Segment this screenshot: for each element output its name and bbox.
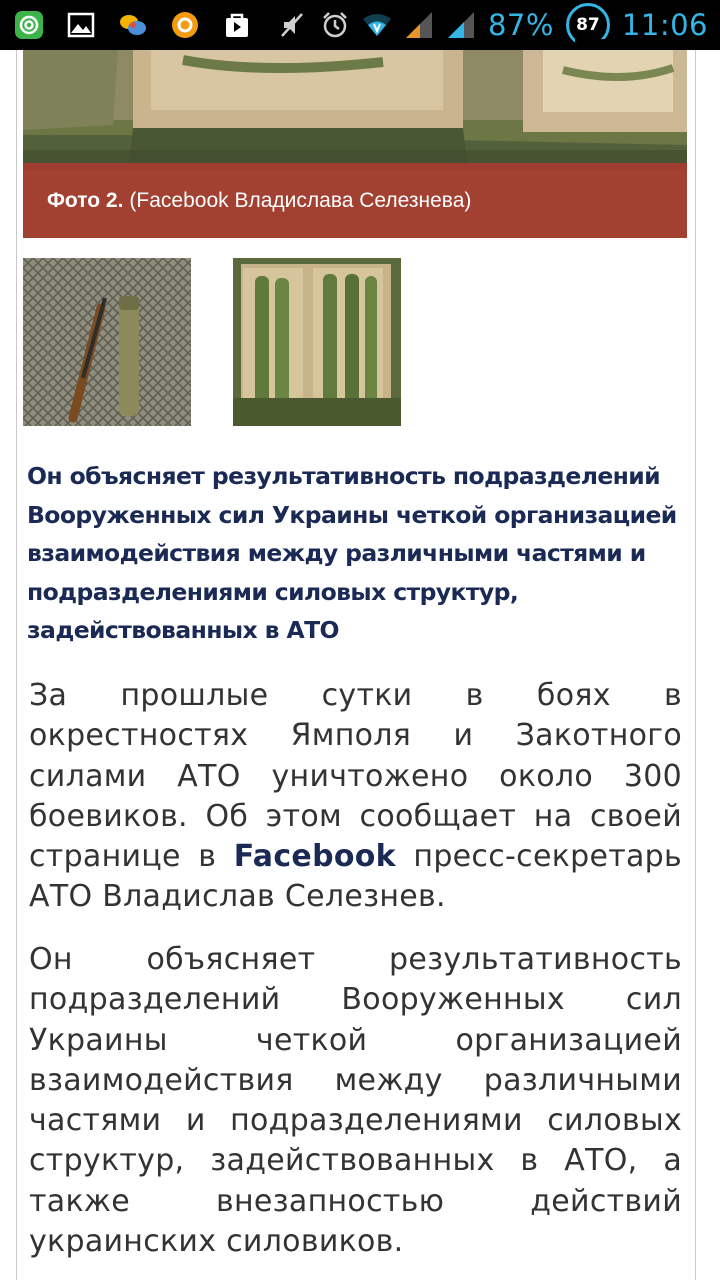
photo-caption: Фото 2. (Facebook Владислава Селезнева) [23, 163, 687, 238]
chat-bubbles-icon [120, 15, 146, 35]
mute-icon [281, 13, 303, 37]
article-paragraph-1: За прошлые сутки в боях в окрестностях Я… [29, 676, 682, 918]
crates-photo [233, 258, 401, 426]
caption-source: (Facebook Владислава Селезнева) [129, 188, 472, 212]
system-indicators: 87% 87 11:06 [278, 0, 708, 50]
rifle-photo [23, 258, 191, 426]
battery-percent: 87% [487, 8, 554, 42]
signal-icon [447, 12, 474, 38]
gallery-thumbnail-2[interactable] [233, 258, 401, 426]
shopping-bag-icon [226, 13, 248, 37]
article-main-photo[interactable]: Фото 2. (Facebook Владислава Селезнева) [23, 50, 687, 238]
battery-badge-value: 87 [576, 15, 600, 35]
notification-icons [0, 10, 252, 40]
article-paragraph-2: Он объясняет результативность подразделе… [29, 942, 682, 1260]
caption-label: Фото 2. [47, 188, 124, 212]
facebook-link[interactable]: Facebook [234, 839, 396, 874]
signal-icon [405, 12, 432, 38]
battery-icon: 87 [565, 3, 610, 47]
wifi-icon [362, 14, 391, 36]
alarm-icon [323, 12, 347, 38]
at-sign-icon [15, 11, 43, 39]
app-circle-icon [172, 12, 198, 38]
gallery-thumbnail-1[interactable] [23, 258, 191, 426]
clock: 11:06 [621, 8, 708, 42]
article-lead: Он объясняет результативность подразделе… [27, 462, 677, 644]
status-bar: 87% 87 11:06 [0, 0, 720, 50]
image-icon [67, 12, 95, 38]
